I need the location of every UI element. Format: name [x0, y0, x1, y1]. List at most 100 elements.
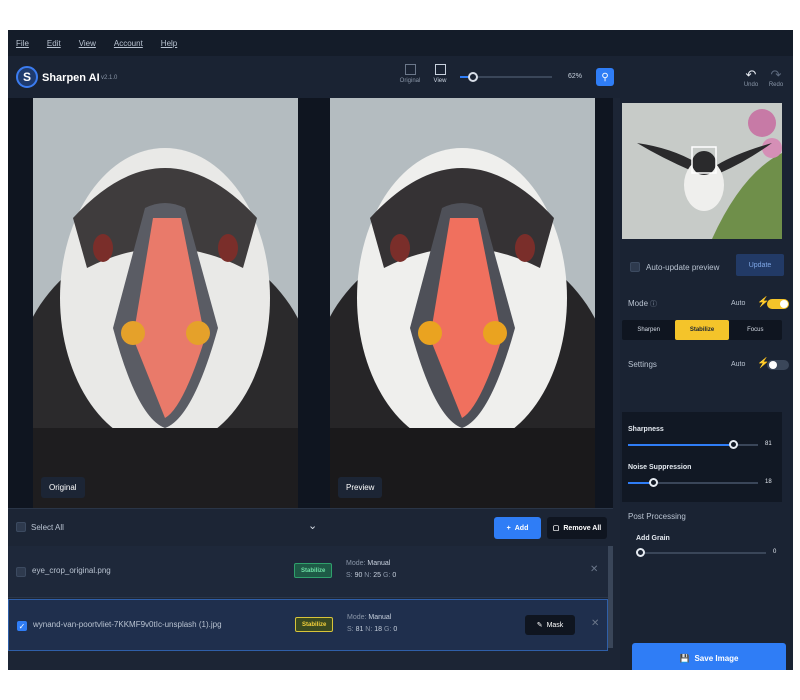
- update-button[interactable]: Update: [736, 254, 784, 276]
- zoom-slider[interactable]: [460, 72, 552, 82]
- original-view-button[interactable]: Original: [398, 64, 422, 92]
- save-image-button[interactable]: 💾 Save Image: [632, 643, 786, 670]
- n-value: 18: [374, 626, 383, 633]
- info-icon[interactable]: ⓘ: [650, 299, 657, 309]
- remove-all-label: Remove All: [563, 524, 602, 532]
- toggle-knob: [780, 300, 788, 308]
- menu-edit[interactable]: Edit: [47, 39, 61, 48]
- noise-suppression-slider[interactable]: [628, 478, 758, 487]
- brush-icon: ✎: [536, 622, 543, 629]
- noise-knob[interactable]: [649, 478, 658, 487]
- undo-label: Undo: [743, 82, 759, 88]
- menu-file[interactable]: File: [16, 39, 29, 48]
- file-settings-summary: Mode: Manual S: 81 N: 18 G: 0: [347, 614, 398, 633]
- sharpness-knob[interactable]: [729, 440, 738, 449]
- mode-sharpen[interactable]: Sharpen: [622, 320, 675, 340]
- g-value: 0: [392, 572, 397, 579]
- select-all-checkbox[interactable]: [16, 522, 26, 532]
- close-icon[interactable]: ✕: [590, 564, 598, 575]
- undo-button[interactable]: ↶ Undo: [738, 67, 764, 89]
- undo-icon: ↶: [745, 67, 757, 82]
- sharpen-ai-window: File Edit View Account Help S Sharpen AI…: [8, 30, 793, 670]
- navigator-thumbnail[interactable]: [622, 103, 782, 239]
- noise-fill: [628, 482, 652, 484]
- settings-auto-label: Auto: [731, 361, 746, 368]
- file-checkbox[interactable]: [16, 567, 26, 577]
- app-title: Sharpen AI: [42, 72, 100, 84]
- zoom-value: 62%: [568, 73, 583, 80]
- mode-heading: Mode: [628, 299, 649, 308]
- sharpness-label: Sharpness: [628, 426, 664, 433]
- settings-panel: Auto-update preview Update Mode ⓘ Auto ⚡…: [620, 98, 793, 670]
- file-checkbox[interactable]: ✓: [17, 621, 27, 631]
- top-toolbar: S Sharpen AI v2.1.0 Original View: [8, 56, 793, 98]
- mode-value: Manual: [367, 560, 391, 567]
- redo-button[interactable]: ↷ Redo: [763, 68, 789, 89]
- menu-account[interactable]: Account: [114, 39, 143, 48]
- file-mode-badge: Stabilize: [294, 563, 333, 578]
- file-settings-summary: Mode: Manual S: 90 N: 25 G: 0: [346, 560, 397, 579]
- chevron-down-icon[interactable]: ⌄: [308, 519, 317, 532]
- original-view-label: Original: [399, 78, 421, 84]
- mode-stabilize[interactable]: Stabilize: [675, 320, 729, 340]
- puffin-thumbnail-photo: [622, 103, 782, 239]
- add-button[interactable]: + Add: [494, 517, 541, 539]
- view-label: View: [433, 78, 447, 84]
- preview-canvas: Original Preview: [8, 98, 613, 508]
- puffin-preview-photo: [330, 98, 595, 508]
- redo-label: Redo: [768, 82, 784, 88]
- noise-suppression-value: 18: [765, 479, 772, 485]
- add-grain-value: 0: [773, 549, 777, 555]
- g-value: 0: [393, 626, 398, 633]
- add-grain-label: Add Grain: [636, 535, 670, 542]
- mode-auto-label: Auto: [731, 300, 746, 307]
- file-row[interactable]: eye_crop_original.png Stabilize Mode: Ma…: [8, 546, 608, 598]
- original-label: Original: [41, 477, 85, 498]
- file-list-header: Select All ⌄ + Add ▢ Remove All: [8, 508, 613, 542]
- image-icon: [404, 64, 416, 75]
- menu-help[interactable]: Help: [161, 39, 177, 48]
- file-name: eye_crop_original.png: [32, 566, 111, 575]
- original-image[interactable]: Original: [33, 98, 298, 508]
- auto-update-toggle[interactable]: Auto-update preview: [630, 262, 719, 272]
- preview-image[interactable]: Preview: [330, 98, 595, 508]
- mode-caption: Mode:: [347, 614, 367, 621]
- s-value: 81: [355, 626, 364, 633]
- mode-segmented-control: Sharpen Stabilize Focus: [622, 320, 782, 340]
- sharpness-fill: [628, 444, 734, 446]
- mode-focus[interactable]: Focus: [729, 320, 782, 340]
- menu-view[interactable]: View: [79, 39, 96, 48]
- settings-heading: Settings: [628, 360, 657, 369]
- mode-value: Manual: [368, 614, 392, 621]
- select-all-label: Select All: [31, 523, 64, 532]
- mode-auto-toggle[interactable]: [767, 299, 789, 309]
- sharpness-slider[interactable]: [628, 440, 758, 449]
- sharpness-value: 81: [765, 441, 772, 447]
- file-list-scrollbar[interactable]: [608, 546, 613, 648]
- remove-all-button[interactable]: ▢ Remove All: [547, 517, 607, 539]
- split-view-icon: [434, 64, 446, 75]
- app-version: v2.1.0: [101, 75, 118, 81]
- mask-label: Mask: [546, 621, 564, 629]
- mask-button[interactable]: ✎ Mask: [525, 615, 575, 635]
- add-grain-knob[interactable]: [636, 548, 645, 557]
- trash-icon: ▢: [552, 525, 560, 532]
- zoom-search-button[interactable]: ⚲: [596, 68, 614, 86]
- file-row[interactable]: ✓ wynand-van-poortvliet-7KKMF9v0tIc-unsp…: [8, 599, 608, 651]
- add-grain-slider[interactable]: [636, 548, 766, 557]
- settings-auto-toggle[interactable]: [767, 360, 789, 370]
- close-icon[interactable]: ✕: [591, 618, 599, 629]
- add-label: Add: [514, 524, 529, 532]
- preview-label: Preview: [338, 477, 383, 498]
- auto-update-label: Auto-update preview: [646, 262, 720, 272]
- settings-sliders-box: Sharpness 81 Noise Suppression 18: [622, 412, 782, 502]
- sharpen-ai-logo-icon: S: [16, 66, 38, 88]
- auto-update-checkbox[interactable]: [630, 262, 640, 272]
- s-value: 90: [354, 572, 363, 579]
- puffin-original-photo: [33, 98, 298, 508]
- file-name: wynand-van-poortvliet-7KKMF9v0tIc-unspla…: [33, 620, 222, 629]
- save-icon: 💾: [679, 653, 690, 663]
- split-view-button[interactable]: View: [428, 64, 452, 92]
- n-value: 25: [373, 572, 382, 579]
- zoom-slider-knob[interactable]: [467, 72, 478, 82]
